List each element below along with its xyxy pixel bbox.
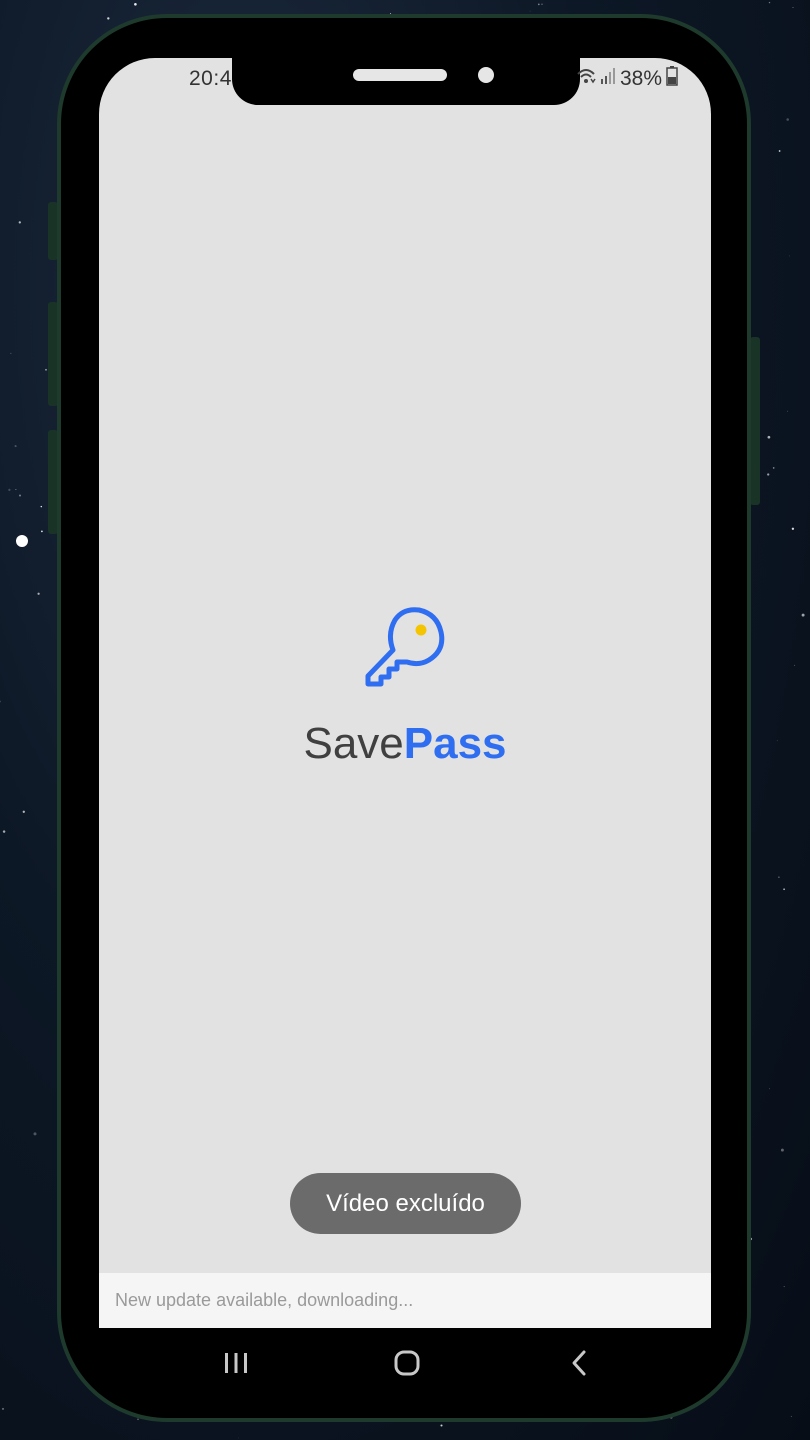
star [134, 2, 137, 6]
star [780, 1148, 784, 1152]
status-icons: 38% [576, 66, 678, 91]
star [33, 1132, 37, 1136]
earpiece-speaker [353, 69, 447, 81]
star [801, 613, 805, 617]
star [787, 410, 789, 412]
star [107, 17, 110, 20]
star [776, 740, 778, 742]
star [37, 592, 40, 595]
star [529, 10, 531, 12]
star [790, 1415, 793, 1418]
front-camera [478, 67, 494, 83]
recents-button[interactable] [206, 1340, 266, 1390]
star [2, 830, 6, 833]
star [772, 467, 775, 469]
bright-star [16, 535, 28, 547]
recents-icon [223, 1351, 249, 1380]
app-logo: SavePass [200, 606, 610, 776]
star [238, 1437, 239, 1439]
star [14, 445, 17, 448]
app-name-save: Save [303, 719, 404, 768]
home-button[interactable] [377, 1340, 437, 1390]
status-time: 20:4 [189, 67, 232, 90]
star [788, 255, 790, 257]
star [1, 1407, 5, 1410]
star [767, 473, 770, 476]
star [537, 3, 540, 6]
wifi-icon [576, 67, 596, 90]
star [19, 494, 21, 497]
back-button[interactable] [549, 1340, 609, 1390]
star [40, 505, 43, 508]
star [22, 810, 25, 813]
star [45, 368, 47, 371]
star [786, 118, 789, 121]
battery-icon [666, 66, 678, 91]
star [769, 1088, 771, 1090]
star [778, 876, 780, 878]
app-name-pass: Pass [403, 719, 507, 768]
star [783, 1286, 785, 1288]
star [440, 1424, 443, 1427]
system-nav-bar [160, 1340, 650, 1390]
star [15, 489, 17, 490]
battery-percentage: 38% [620, 66, 663, 90]
star [767, 435, 771, 439]
back-icon [569, 1349, 589, 1382]
key-icon [363, 606, 449, 695]
app-name: SavePass [200, 716, 610, 772]
star [541, 3, 543, 5]
signal-icon [600, 67, 616, 90]
home-icon [393, 1349, 421, 1382]
update-banner-text: New update available, downloading... [115, 1290, 414, 1310]
star [137, 1418, 139, 1421]
toast-message: Vídeo excluído [290, 1173, 521, 1234]
star [10, 352, 12, 354]
star [783, 888, 785, 891]
star [18, 221, 21, 224]
star [792, 6, 794, 8]
star [794, 664, 796, 666]
star [791, 527, 795, 530]
star [0, 700, 1, 703]
power-button [750, 337, 760, 505]
star [8, 488, 11, 492]
star [41, 530, 43, 533]
star [778, 150, 781, 152]
update-banner: New update available, downloading... [99, 1273, 711, 1328]
star [768, 1, 771, 4]
